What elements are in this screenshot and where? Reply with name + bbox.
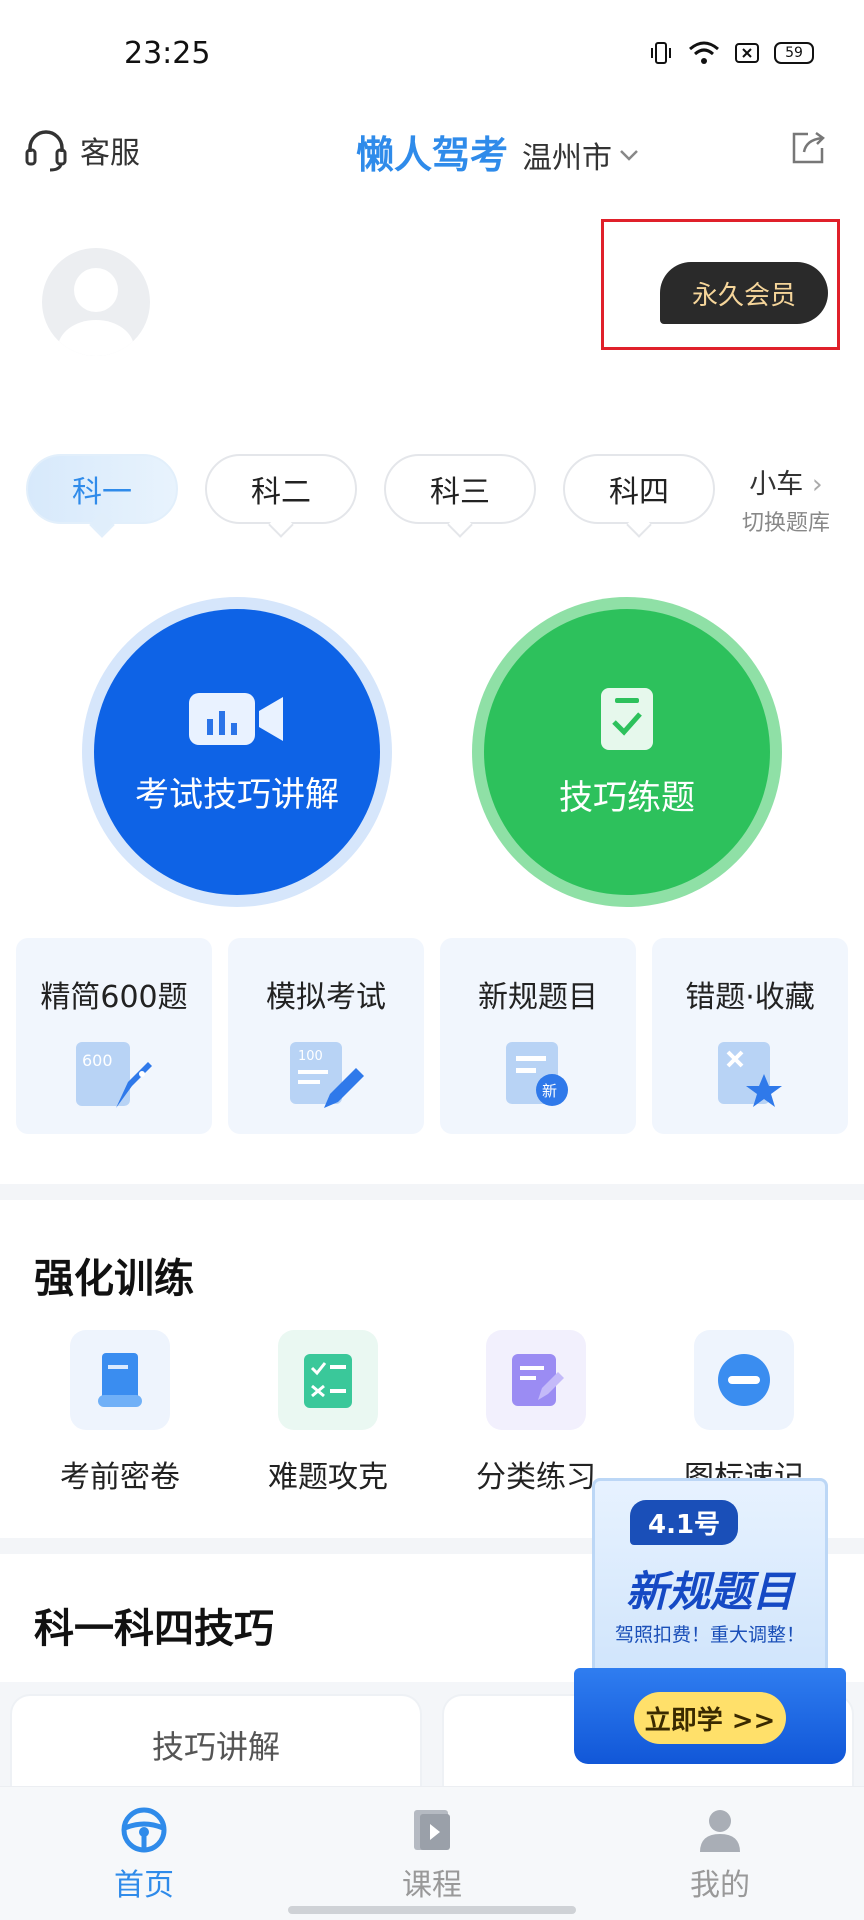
status-time: 23:25 xyxy=(124,36,211,71)
feature-card-new-rules[interactable]: 新规题目 新 xyxy=(440,938,636,1134)
vip-badge[interactable]: 永久会员 xyxy=(660,262,828,324)
scroll-icon xyxy=(98,1353,142,1407)
tab-subject-3[interactable]: 科三 xyxy=(384,454,536,538)
exam-paper-pencil-icon: 100 xyxy=(290,1042,364,1108)
avatar[interactable] xyxy=(42,248,150,356)
nav-courses[interactable]: 课程 xyxy=(362,1806,502,1904)
chevron-right-icon: › xyxy=(811,469,823,500)
wifi-icon xyxy=(689,41,719,64)
vehicle-row: 小车 › xyxy=(742,462,830,501)
svg-text:100: 100 xyxy=(298,1049,323,1064)
course-book-icon xyxy=(414,1810,450,1850)
train-icon-bg xyxy=(694,1330,794,1430)
intensive-title: 强化训练 xyxy=(34,1256,194,1302)
share-icon xyxy=(792,131,825,164)
tab-pointer xyxy=(626,512,652,538)
tab-subject-1[interactable]: 科一 xyxy=(26,454,178,538)
feature-card-600[interactable]: 精简600题 600 xyxy=(16,938,212,1134)
city-selector[interactable]: 温州市 xyxy=(522,133,640,177)
nav-mine[interactable]: 我的 xyxy=(650,1806,790,1904)
card-label: 精简600题 xyxy=(40,980,188,1015)
tab-subject-2[interactable]: 科二 xyxy=(205,454,357,538)
clipboard-check-icon xyxy=(601,687,653,750)
train-icon-bg xyxy=(70,1330,170,1430)
skill-card-label: 技巧讲解 xyxy=(151,1728,280,1766)
tab-subject-4[interactable]: 科四 xyxy=(563,454,715,538)
promo-title: 新规题目 xyxy=(625,1567,794,1616)
new-rule-doc-icon: 新 xyxy=(506,1042,568,1106)
headset-icon xyxy=(25,130,67,172)
feature-card-wrong-favorites[interactable]: 错题·收藏 xyxy=(652,938,848,1134)
train-item-sign-memo[interactable]: 图标速记 xyxy=(659,1330,829,1496)
tab-pointer xyxy=(89,512,115,538)
tab-pointer xyxy=(447,512,473,538)
promo-learn-button[interactable]: 立即学 >> xyxy=(634,1692,786,1744)
wrong-star-doc-icon xyxy=(718,1042,782,1107)
practice-label: 技巧练题 xyxy=(559,777,695,818)
header-title-group: 懒人驾考 温州市 xyxy=(356,124,640,179)
promo-new-rules-banner[interactable]: 4.1号 新规题目 驾照扣费！重大调整！ 立即学 >> xyxy=(574,1478,846,1764)
app-root: 23:25 59 客服 懒人驾考 温州市 永久会员 科一 科二 科三 科四 小车… xyxy=(0,0,864,1920)
svg-text:600: 600 xyxy=(82,1051,113,1070)
no-sim-icon xyxy=(735,43,759,63)
tab-label: 科一 xyxy=(72,475,132,510)
train-icon-bg xyxy=(486,1330,586,1430)
train-icon-bg xyxy=(278,1330,378,1430)
promo-date: 4.1号 xyxy=(630,1500,739,1545)
tab-label: 科三 xyxy=(430,475,490,510)
feature-card-mock-exam[interactable]: 模拟考试 100 xyxy=(228,938,424,1134)
customer-service-button[interactable]: 客服 xyxy=(22,126,140,174)
nav-home[interactable]: 首页 xyxy=(74,1806,214,1904)
home-indicator[interactable] xyxy=(288,1906,576,1914)
nav-label: 我的 xyxy=(690,1868,750,1903)
battery-indicator: 59 xyxy=(774,42,814,64)
tab-pointer xyxy=(268,512,294,538)
status-icons: 59 xyxy=(648,40,814,66)
train-label: 考前密卷 xyxy=(60,1460,180,1495)
chevron-down-icon xyxy=(620,150,638,161)
city-label: 温州市 xyxy=(522,141,613,176)
exam-tips-video-button[interactable]: 考试技巧讲解 xyxy=(94,609,380,895)
train-label: 难题攻克 xyxy=(268,1460,388,1495)
nav-label: 首页 xyxy=(114,1868,174,1903)
share-button[interactable] xyxy=(788,128,828,172)
card-label: 模拟考试 xyxy=(266,980,386,1015)
section-divider xyxy=(0,1184,864,1200)
user-icon xyxy=(700,1810,740,1852)
vibrate-icon xyxy=(651,42,671,64)
checklist-icon xyxy=(304,1354,352,1408)
tab-label: 科四 xyxy=(609,475,669,510)
card-label: 新规题目 xyxy=(478,980,598,1015)
steering-wheel-icon xyxy=(121,1807,167,1853)
train-item-category-practice[interactable]: 分类练习 xyxy=(451,1330,621,1496)
promo-subtitle: 驾照扣费！重大调整！ xyxy=(614,1624,805,1646)
app-title: 懒人驾考 xyxy=(356,133,509,177)
skills-title: 科一科四技巧 xyxy=(34,1606,274,1652)
train-item-hard-questions[interactable]: 难题攻克 xyxy=(243,1330,413,1496)
customer-service-label: 客服 xyxy=(80,136,140,171)
rocket-600-icon: 600 xyxy=(76,1042,152,1108)
video-label: 考试技巧讲解 xyxy=(135,774,339,815)
vehicle-switch-button[interactable]: 小车 › 切换题库 xyxy=(742,462,830,537)
train-item-secret-paper[interactable]: 考前密卷 xyxy=(35,1330,205,1496)
vehicle-label: 小车 xyxy=(749,469,804,500)
svg-text:新: 新 xyxy=(542,1082,557,1100)
switch-bank-label: 切换题库 xyxy=(742,511,831,536)
no-entry-icon xyxy=(718,1354,770,1406)
edit-doc-icon xyxy=(512,1354,564,1406)
nav-label: 课程 xyxy=(402,1868,462,1903)
tab-label: 科二 xyxy=(251,475,311,510)
video-camera-icon xyxy=(189,692,283,745)
default-avatar-icon xyxy=(58,268,134,356)
skill-practice-button[interactable]: 技巧练题 xyxy=(484,609,770,895)
card-label: 错题·收藏 xyxy=(685,980,815,1015)
